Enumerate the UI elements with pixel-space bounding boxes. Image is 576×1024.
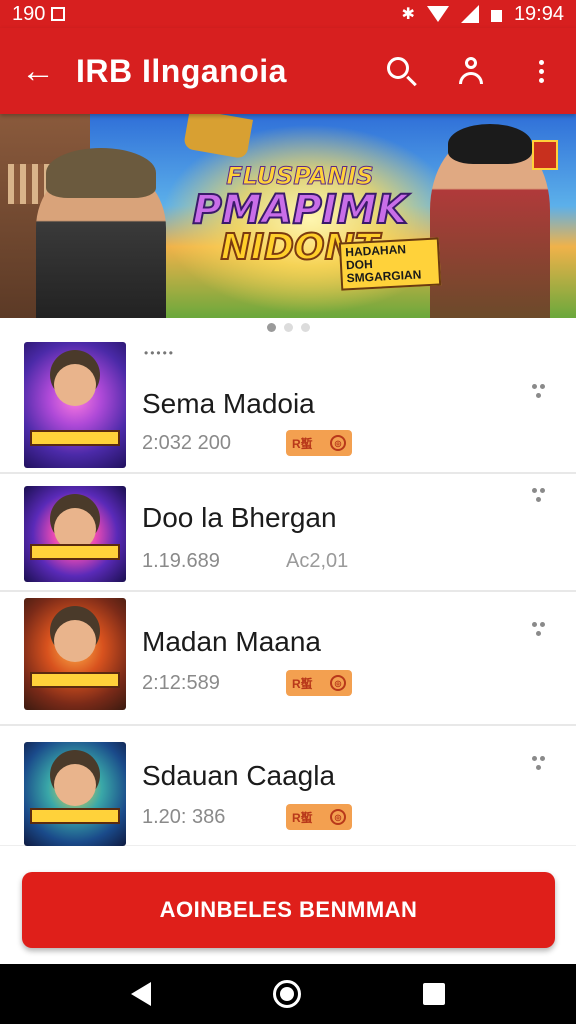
game-title: Sema Madoia [142, 388, 315, 419]
game-meta: 1.19.689 [142, 550, 220, 572]
price-badge[interactable]: R蟴 ◎ [286, 430, 352, 456]
game-thumbnail [24, 486, 126, 582]
nav-home-icon[interactable] [273, 980, 301, 1008]
game-thumbnail [24, 742, 126, 846]
app-bar: ← IRB Ilnganoia [0, 28, 576, 114]
game-meta: 1.20: 386 [142, 806, 226, 828]
banner-subtext: HADAHAN DOH SMGARGIAN [338, 237, 442, 291]
notification-icon [51, 7, 66, 21]
more-vert-icon [538, 59, 544, 83]
battery-icon [490, 6, 502, 22]
item-menu-button[interactable] [526, 384, 550, 412]
list-item[interactable]: Doo la Bhergan 1.19.689 Ac2,01 [0, 474, 576, 592]
status-time: 19:94 [513, 2, 564, 25]
pager-dot[interactable] [266, 322, 276, 332]
list-item[interactable]: ••••• Sema Madoia 2:032 200 R蟴 ◎ [0, 334, 576, 474]
bottom-action-area: AOINBELES BENMMAN [0, 856, 576, 964]
game-meta: 2:12:589 [142, 672, 220, 694]
game-title: Sdauan Caagla [142, 760, 336, 791]
promo-banner[interactable]: FLUSPANIS PMAPIMK NIDONT HADAHAN DOH SMG… [0, 114, 576, 318]
pager-dot[interactable] [283, 322, 293, 332]
game-title: Madan Maana [142, 626, 322, 657]
pager-dot[interactable] [300, 322, 310, 332]
price-label: R蟴 [292, 676, 313, 691]
nav-back-icon[interactable] [131, 982, 151, 1006]
game-thumbnail [24, 598, 126, 710]
price-label: R蟴 [292, 810, 313, 825]
coin-icon: ◎ [330, 435, 346, 451]
status-left-text: 190 [12, 2, 46, 25]
list-item[interactable]: Madan Maana 2:12:589 R蟴 ◎ [0, 592, 576, 726]
price-label: R蟴 [292, 436, 313, 451]
list-item[interactable]: Sdauan Caagla 1.20: 386 R蟴 ◎ [0, 726, 576, 846]
item-menu-button[interactable] [526, 756, 550, 784]
banner-headline-line2: PMAPIMK [191, 187, 408, 233]
game-title: Doo la Bhergan [142, 502, 337, 533]
person-icon [459, 57, 483, 85]
game-extra: Ac2,01 [286, 550, 349, 572]
hero-character-left [36, 148, 166, 318]
item-menu-button[interactable] [526, 488, 550, 516]
banner-pager [0, 320, 576, 334]
system-nav-bar [0, 964, 576, 1024]
search-button[interactable] [366, 28, 436, 114]
coin-icon: ◎ [330, 809, 346, 825]
page-title: IRB Ilnganoia [76, 52, 287, 89]
item-menu-button[interactable] [526, 622, 550, 650]
overflow-menu-button[interactable] [506, 28, 576, 114]
banner-badge-icon [532, 140, 558, 170]
search-icon [387, 57, 409, 79]
game-thumbnail [24, 342, 126, 468]
nav-recents-icon[interactable] [423, 983, 445, 1005]
signal-icon [460, 5, 479, 23]
coin-icon: ◎ [330, 675, 346, 691]
status-bar: 190 ✱ 19:94 [0, 0, 576, 28]
game-list: ••••• Sema Madoia 2:032 200 R蟴 ◎ Doo la B… [0, 334, 576, 846]
game-meta: 2:032 200 [142, 432, 231, 454]
banner-headline-line1: FLUSPANIS [226, 162, 374, 191]
primary-action-button[interactable]: AOINBELES BENMMAN [22, 872, 555, 948]
price-badge[interactable]: R蟴 ◎ [286, 804, 352, 830]
price-badge[interactable]: R蟴 ◎ [286, 670, 352, 696]
rank-dots: ••••• [144, 346, 176, 360]
bluetooth-icon: ✱ [401, 6, 415, 23]
arrow-back-icon: ← [21, 51, 55, 90]
back-button[interactable]: ← [0, 28, 76, 114]
wifi-icon [426, 6, 449, 22]
account-button[interactable] [436, 28, 506, 114]
